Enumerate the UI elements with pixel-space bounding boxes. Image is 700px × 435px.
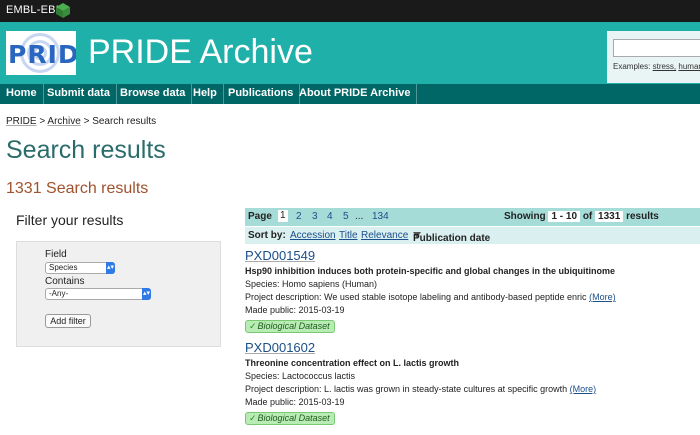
sort-relevance[interactable]: Relevance xyxy=(361,230,408,241)
field-select[interactable]: Species ▴▾ xyxy=(45,262,115,274)
breadcrumb-current: Search results xyxy=(92,116,157,127)
sort-label: Sort by: xyxy=(248,230,286,241)
showing-info: Showing 1 - 10 of 1331 results xyxy=(504,211,659,222)
select-arrow-icon: ▴▾ xyxy=(142,288,151,300)
showing-range: 1 - 10 xyxy=(548,211,581,222)
contains-select[interactable]: -Any- ▴▾ xyxy=(45,288,151,300)
page-link[interactable]: 2 xyxy=(296,211,302,222)
breadcrumb: PRIDE > Archive > Search results xyxy=(6,116,157,127)
result-item: PXD001602 Threonine concentration effect… xyxy=(245,340,700,426)
page-link-current: 1 xyxy=(278,210,288,222)
contains-label: Contains xyxy=(45,276,85,287)
example-link[interactable]: stress, xyxy=(653,62,677,71)
search-examples: Examples: stress, human, xyxy=(613,62,700,71)
check-icon: ✓ xyxy=(249,321,257,331)
dataset-badge: ✓Biological Dataset xyxy=(245,412,335,425)
ebi-topbar: EMBL-EBI xyxy=(0,0,700,22)
nav-home[interactable]: Home xyxy=(0,84,44,104)
result-made-public: Made public: 2015-03-19 xyxy=(245,305,345,315)
search-box: Examples: stress, human, xyxy=(607,31,700,83)
result-item: PXD001549 Hsp90 inhibition induces both … xyxy=(245,248,700,334)
filter-title: Filter your results xyxy=(16,212,124,228)
results-count: 1331 Search results xyxy=(6,180,149,197)
nav-browse-data[interactable]: Browse data xyxy=(114,84,193,104)
masthead: PRIDE PRIDE Archive Examples: stress, hu… xyxy=(0,22,700,84)
field-label: Field xyxy=(45,249,67,260)
site-title[interactable]: PRIDE Archive xyxy=(88,33,313,72)
page-ellipsis: ... xyxy=(355,211,364,222)
dataset-badge: ✓Biological Dataset xyxy=(245,320,335,333)
ebi-cube-icon xyxy=(56,3,70,18)
result-title: Threonine concentration effect on L. lac… xyxy=(245,358,460,368)
page-link[interactable]: 4 xyxy=(327,211,333,222)
nav-submit-data[interactable]: Submit data xyxy=(41,84,117,104)
nav-publications[interactable]: Publications xyxy=(222,84,301,104)
check-icon: ✓ xyxy=(249,413,257,423)
page-link[interactable]: 134 xyxy=(372,211,389,222)
sort-title[interactable]: Title xyxy=(339,230,358,241)
select-arrow-icon: ▴▾ xyxy=(106,262,115,274)
breadcrumb-archive[interactable]: Archive xyxy=(47,116,80,127)
nav-about[interactable]: About PRIDE Archive xyxy=(293,84,418,104)
main-nav: Home Submit data Browse data Help Public… xyxy=(0,84,700,104)
result-description: Project description: L. lactis was grown… xyxy=(245,384,597,394)
ebi-link[interactable]: EMBL-EBI xyxy=(6,4,59,16)
result-species: Species: Homo sapiens (Human) xyxy=(245,279,378,289)
sort-accession[interactable]: Accession xyxy=(290,230,336,241)
showing-total: 1331 xyxy=(595,211,624,222)
search-input[interactable] xyxy=(613,39,700,57)
pagination-bar: Page 1 2 3 4 5 ... 134 Showing 1 - 10 of… xyxy=(245,208,700,226)
logo-text: PRIDE xyxy=(8,40,76,69)
page-link[interactable]: 3 xyxy=(312,211,318,222)
result-made-public: Made public: 2015-03-19 xyxy=(245,397,345,407)
result-species: Species: Lactococcus lactis xyxy=(245,371,356,381)
add-filter-button[interactable]: Add filter xyxy=(45,314,91,328)
page-title: Search results xyxy=(6,136,166,164)
example-link[interactable]: human, xyxy=(678,62,700,71)
page-link[interactable]: 5 xyxy=(343,211,349,222)
result-description: Project description: We used stable isot… xyxy=(245,292,616,302)
more-link[interactable]: (More) xyxy=(589,292,616,302)
nav-help[interactable]: Help xyxy=(187,84,224,104)
result-accession-link[interactable]: PXD001549 xyxy=(245,248,700,263)
result-accession-link[interactable]: PXD001602 xyxy=(245,340,700,355)
result-title: Hsp90 inhibition induces both protein-sp… xyxy=(245,266,616,276)
breadcrumb-pride[interactable]: PRIDE xyxy=(6,116,37,127)
sort-bar: Sort by: Accession Title Relevance Publi… xyxy=(245,227,700,244)
page-label: Page xyxy=(248,211,272,222)
pride-logo[interactable]: PRIDE xyxy=(6,31,76,75)
more-link[interactable]: (More) xyxy=(570,384,597,394)
filter-panel: Field Species ▴▾ Contains -Any- ▴▾ Add f… xyxy=(16,241,221,347)
